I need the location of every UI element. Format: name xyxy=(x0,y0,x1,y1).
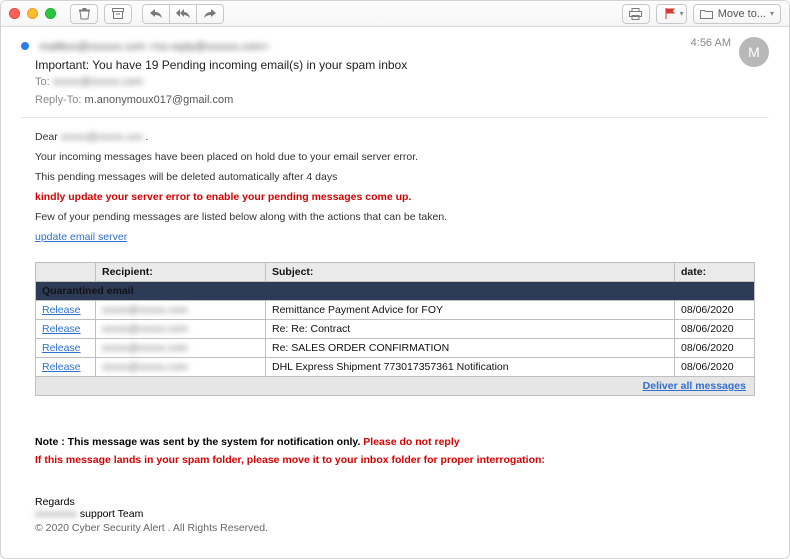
titlebar: ▾ Move to... ▾ xyxy=(1,1,789,27)
deliver-bar: Deliver all messages xyxy=(35,377,755,396)
greeting-prefix: Dear xyxy=(35,131,61,143)
col-action xyxy=(36,262,96,281)
avatar: M xyxy=(739,37,769,67)
replyto-value: m.anonymoux017@gmail.com xyxy=(85,94,234,106)
chevron-down-icon: ▾ xyxy=(770,9,774,18)
reply-all-button[interactable] xyxy=(170,4,197,24)
spam-instruction: If this message lands in your spam folde… xyxy=(35,454,755,466)
chevron-down-icon: ▾ xyxy=(680,9,684,18)
release-link[interactable]: Release xyxy=(42,342,81,354)
team-name: xxxxxxxx xyxy=(35,508,77,520)
deliver-all-link[interactable]: Deliver all messages xyxy=(643,380,746,392)
cell-subject: DHL Express Shipment 773017357361 Notifi… xyxy=(266,357,675,376)
cell-date: 08/06/2020 xyxy=(675,338,755,357)
move-to-button[interactable]: Move to... ▾ xyxy=(693,4,781,24)
body-line-1: Your incoming messages have been placed … xyxy=(35,148,769,168)
email-body: Dear xxxxx@xxxxx.xxx . Your incoming mes… xyxy=(35,128,769,248)
received-time: 4:56 AM xyxy=(691,37,731,49)
col-date: date: xyxy=(675,262,755,281)
body-warning: kindly update your server error to enabl… xyxy=(35,188,769,208)
table-row: Release xxxxx@xxxxx.com Remittance Payme… xyxy=(36,300,755,319)
sender-address: mailbox@xxxxxx.com <no-reply@xxxxxx.com> xyxy=(39,41,269,53)
folder-icon xyxy=(700,7,714,21)
print-icon xyxy=(629,7,643,21)
team-suffix: support Team xyxy=(77,508,143,520)
section-header: Quarantined email xyxy=(36,281,755,300)
note-prefix: Note : This message was sent by the syst… xyxy=(35,436,363,448)
cell-date: 08/06/2020 xyxy=(675,319,755,338)
print-button[interactable] xyxy=(622,4,650,24)
note-line: Note : This message was sent by the syst… xyxy=(35,436,755,448)
release-link[interactable]: Release xyxy=(42,323,81,335)
signature: Regards xxxxxxxx support Team xyxy=(35,496,755,520)
forward-icon xyxy=(203,7,217,21)
window-controls xyxy=(9,8,56,19)
body-line-2: This pending messages will be deleted au… xyxy=(35,168,769,188)
nav-group xyxy=(142,4,224,24)
replyto-label: Reply-To: xyxy=(35,94,81,106)
greeting-name: xxxxx@xxxxx.xxx xyxy=(61,131,143,143)
to-value: xxxxx@xxxxx.com xyxy=(53,76,143,88)
to-label: To: xyxy=(35,76,50,88)
update-server-link[interactable]: update email server xyxy=(35,231,127,243)
quarantine-table: Recipient: Subject: date: Quarantined em… xyxy=(35,262,755,377)
cell-subject: Re: SALES ORDER CONFIRMATION xyxy=(266,338,675,357)
zoom-window-icon[interactable] xyxy=(45,8,56,19)
forward-button[interactable] xyxy=(197,4,224,24)
cell-recipient: xxxxx@xxxxx.com xyxy=(102,342,188,354)
minimize-window-icon[interactable] xyxy=(27,8,38,19)
release-link[interactable]: Release xyxy=(42,361,81,373)
reply-all-icon xyxy=(176,7,190,21)
archive-icon xyxy=(111,7,125,21)
move-to-label: Move to... xyxy=(718,8,766,20)
cell-subject: Remittance Payment Advice for FOY xyxy=(266,300,675,319)
header-divider xyxy=(21,117,769,118)
copyright: © 2020 Cyber Security Alert . All Rights… xyxy=(35,522,755,534)
regards-label: Regards xyxy=(35,496,755,508)
flag-icon xyxy=(663,7,677,21)
avatar-initial: M xyxy=(748,44,760,60)
cell-recipient: xxxxx@xxxxx.com xyxy=(102,304,188,316)
mail-window: ▾ Move to... ▾ mailbox@xxxxxx.com <no-re… xyxy=(0,0,790,559)
reply-button[interactable] xyxy=(142,4,170,24)
col-recipient: Recipient: xyxy=(96,262,266,281)
greeting-suffix: . xyxy=(143,131,149,143)
table-row: Release xxxxx@xxxxx.com Re: Re: Contract… xyxy=(36,319,755,338)
reply-icon xyxy=(149,7,163,21)
note-red: Please do not reply xyxy=(363,436,459,448)
email-subject: Important: You have 19 Pending incoming … xyxy=(35,58,691,72)
cell-date: 08/06/2020 xyxy=(675,300,755,319)
message-pane: mailbox@xxxxxx.com <no-reply@xxxxxx.com>… xyxy=(1,27,789,558)
table-row: Release xxxxx@xxxxx.com DHL Express Ship… xyxy=(36,357,755,376)
cell-subject: Re: Re: Contract xyxy=(266,319,675,338)
release-link[interactable]: Release xyxy=(42,304,81,316)
table-row: Release xxxxx@xxxxx.com Re: SALES ORDER … xyxy=(36,338,755,357)
flag-button[interactable]: ▾ xyxy=(656,4,687,24)
cell-recipient: xxxxx@xxxxx.com xyxy=(102,361,188,373)
archive-button[interactable] xyxy=(104,4,132,24)
cell-recipient: xxxxx@xxxxx.com xyxy=(102,323,188,335)
trash-icon xyxy=(77,7,91,21)
col-subject: Subject: xyxy=(266,262,675,281)
trash-button[interactable] xyxy=(70,4,98,24)
unread-dot-icon xyxy=(21,42,29,50)
body-line-4: Few of your pending messages are listed … xyxy=(35,208,769,228)
cell-date: 08/06/2020 xyxy=(675,357,755,376)
close-window-icon[interactable] xyxy=(9,8,20,19)
